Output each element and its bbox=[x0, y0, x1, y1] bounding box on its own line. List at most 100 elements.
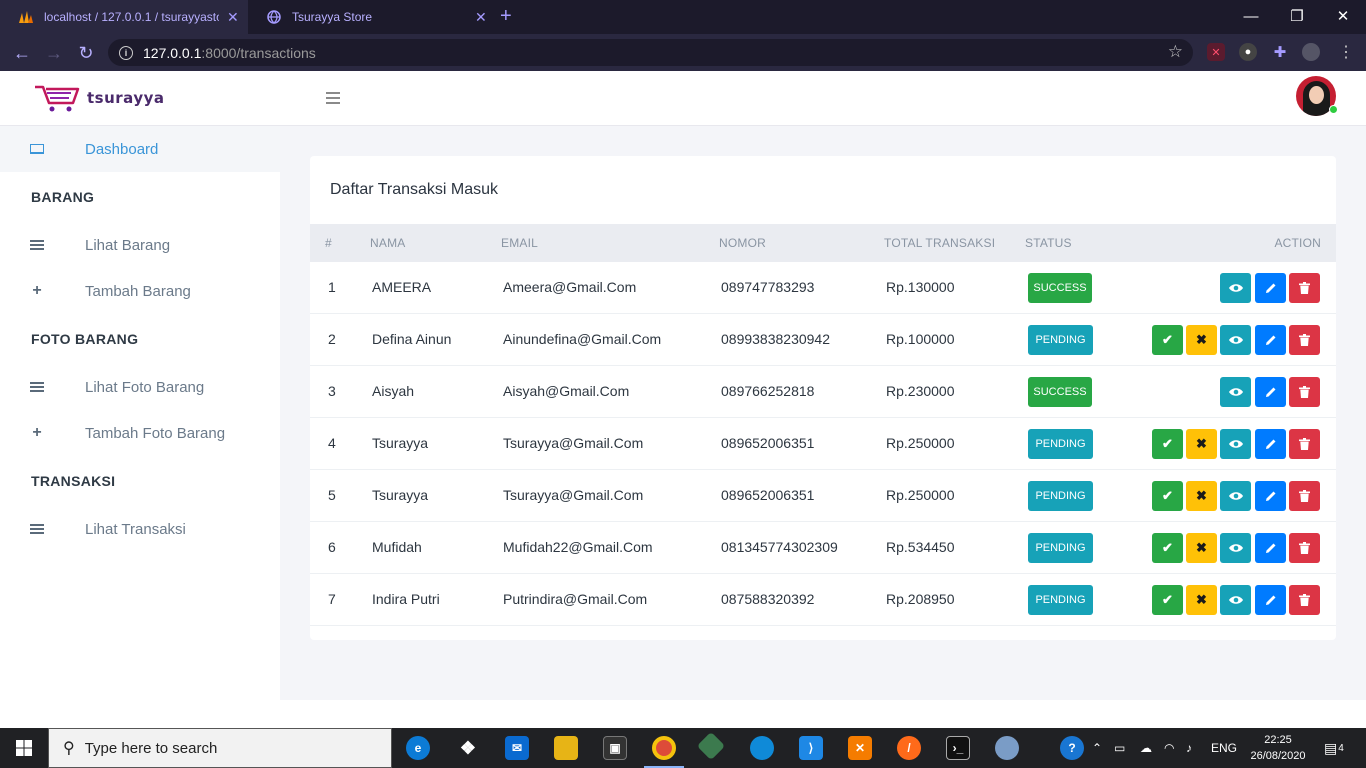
view-button[interactable] bbox=[1220, 533, 1251, 563]
delete-button[interactable] bbox=[1289, 533, 1320, 563]
browser-app-icon[interactable] bbox=[750, 736, 774, 760]
hamburger-menu-icon[interactable] bbox=[326, 92, 340, 107]
sidebar-item-lihat-foto-barang[interactable]: Lihat Foto Barang bbox=[0, 364, 280, 410]
view-button[interactable] bbox=[1220, 429, 1251, 459]
cloud-icon[interactable]: ☁ bbox=[1140, 728, 1152, 768]
volume-icon[interactable]: ♪ bbox=[1186, 728, 1192, 768]
eye-icon bbox=[1228, 440, 1243, 448]
eye-icon bbox=[1228, 492, 1243, 500]
browser-tab-store[interactable]: Tsurayya Store ✕ bbox=[248, 0, 488, 34]
sidebar-item-dashboard[interactable]: Dashboard bbox=[0, 126, 280, 172]
x-icon: ✖ bbox=[1196, 488, 1207, 503]
wifi-icon[interactable]: ◠ bbox=[1164, 728, 1174, 768]
profile-icon[interactable] bbox=[1302, 43, 1320, 61]
forward-icon[interactable]: → bbox=[43, 42, 65, 64]
browser-tab-phpmyadmin[interactable]: localhost / 127.0.0.1 / tsurayyastore ✕ bbox=[0, 0, 248, 34]
edit-button[interactable] bbox=[1255, 481, 1286, 511]
approve-button[interactable]: ✔ bbox=[1152, 481, 1183, 511]
bookmark-star-icon[interactable]: ☆ bbox=[1168, 42, 1183, 62]
help-icon[interactable]: ? bbox=[1060, 736, 1084, 760]
sidebar-item-tambah-foto-barang[interactable]: + Tambah Foto Barang bbox=[0, 410, 280, 456]
new-tab-button[interactable]: + bbox=[500, 6, 512, 26]
reject-button[interactable]: ✖ bbox=[1186, 533, 1217, 563]
address-bar[interactable]: i 127.0.0.1:8000/transactions ☆ bbox=[108, 39, 1193, 66]
reject-button[interactable]: ✖ bbox=[1186, 325, 1217, 355]
store-icon[interactable]: ▣ bbox=[603, 736, 627, 760]
trash-icon bbox=[1299, 438, 1310, 450]
status-badge: SUCCESS bbox=[1028, 273, 1092, 303]
table-header: # NAMA EMAIL NOMOR TOTAL TRANSAKSI STATU… bbox=[310, 224, 1336, 262]
reload-icon[interactable]: ↻ bbox=[75, 42, 97, 64]
delete-button[interactable] bbox=[1289, 585, 1320, 615]
reject-button[interactable]: ✖ bbox=[1186, 429, 1217, 459]
windows-start-button[interactable] bbox=[0, 728, 48, 768]
approve-button[interactable]: ✔ bbox=[1152, 585, 1183, 615]
battery-icon[interactable]: ▭ bbox=[1114, 728, 1125, 768]
back-icon[interactable]: ← bbox=[11, 42, 33, 64]
approve-button[interactable]: ✔ bbox=[1152, 533, 1183, 563]
approve-button[interactable]: ✔ bbox=[1152, 325, 1183, 355]
view-button[interactable] bbox=[1220, 377, 1251, 407]
sidebar-item-lihat-transaksi[interactable]: Lihat Transaksi bbox=[0, 506, 280, 552]
paint-icon[interactable] bbox=[995, 736, 1019, 760]
sidebar-item-tambah-barang[interactable]: + Tambah Barang bbox=[0, 268, 280, 314]
brand-logo[interactable]: tsurayya bbox=[33, 83, 165, 113]
restore-button[interactable]: ❐ bbox=[1274, 0, 1320, 32]
notifications-icon[interactable]: ▤ 4 bbox=[1324, 728, 1344, 768]
close-tab-icon[interactable]: ✕ bbox=[227, 9, 239, 26]
view-button[interactable] bbox=[1220, 325, 1251, 355]
edge-icon[interactable]: e bbox=[406, 736, 430, 760]
sublime-icon[interactable]: / bbox=[897, 736, 921, 760]
cell-number: 3 bbox=[328, 383, 336, 399]
language-indicator[interactable]: ENG bbox=[1211, 728, 1237, 768]
delete-button[interactable] bbox=[1289, 429, 1320, 459]
chevron-up-icon[interactable]: ⌃ bbox=[1092, 728, 1102, 768]
vscode-icon[interactable]: ⟩ bbox=[799, 736, 823, 760]
edit-button[interactable] bbox=[1255, 325, 1286, 355]
chrome-icon[interactable] bbox=[652, 736, 676, 760]
x-icon: ✖ bbox=[1196, 592, 1207, 607]
view-button[interactable] bbox=[1220, 585, 1251, 615]
cell-nama: Mufidah bbox=[372, 539, 422, 555]
edit-button[interactable] bbox=[1255, 377, 1286, 407]
view-button[interactable] bbox=[1220, 481, 1251, 511]
close-window-button[interactable]: ✕ bbox=[1320, 0, 1366, 32]
terminal-icon[interactable]: ›_ bbox=[946, 736, 970, 760]
brand-name: tsurayya bbox=[87, 89, 165, 107]
column-header-email: EMAIL bbox=[501, 236, 539, 250]
status-badge: PENDING bbox=[1028, 533, 1093, 563]
extension-icon[interactable]: ● bbox=[1239, 43, 1257, 61]
site-info-icon[interactable]: i bbox=[119, 45, 133, 60]
reject-button[interactable]: ✖ bbox=[1186, 481, 1217, 511]
minimize-button[interactable]: — bbox=[1228, 0, 1274, 32]
extension-icon[interactable]: ✕ bbox=[1207, 43, 1225, 61]
delete-button[interactable] bbox=[1289, 273, 1320, 303]
puzzle-icon[interactable]: ✚ bbox=[1271, 43, 1289, 61]
edit-button[interactable] bbox=[1255, 429, 1286, 459]
cell-nomor: 089652006351 bbox=[721, 487, 815, 503]
approve-button[interactable]: ✔ bbox=[1152, 429, 1183, 459]
transactions-card: Daftar Transaksi Masuk # NAMA EMAIL NOMO… bbox=[310, 156, 1336, 640]
edit-button[interactable] bbox=[1255, 533, 1286, 563]
reject-button[interactable]: ✖ bbox=[1186, 585, 1217, 615]
dropbox-icon[interactable]: ❖ bbox=[456, 736, 480, 760]
mail-icon[interactable]: ✉ bbox=[505, 736, 529, 760]
pencil-icon bbox=[1265, 283, 1275, 293]
plus-icon: + bbox=[32, 282, 42, 299]
edit-button[interactable] bbox=[1255, 273, 1286, 303]
delete-button[interactable] bbox=[1289, 325, 1320, 355]
menu-dots-icon[interactable]: ⋮ bbox=[1337, 43, 1355, 61]
cell-total: Rp.208950 bbox=[886, 591, 955, 607]
delete-button[interactable] bbox=[1289, 377, 1320, 407]
edit-button[interactable] bbox=[1255, 585, 1286, 615]
delete-button[interactable] bbox=[1289, 481, 1320, 511]
clock[interactable]: 22:25 26/08/2020 bbox=[1246, 732, 1310, 764]
close-tab-icon[interactable]: ✕ bbox=[475, 9, 487, 26]
xampp-icon[interactable]: ✕ bbox=[848, 736, 872, 760]
file-explorer-icon[interactable] bbox=[554, 736, 578, 760]
taskbar-search-input[interactable]: ⚲ Type here to search bbox=[48, 728, 392, 768]
git-icon[interactable] bbox=[696, 731, 726, 761]
eye-icon bbox=[1228, 544, 1243, 552]
sidebar-item-lihat-barang[interactable]: Lihat Barang bbox=[0, 222, 280, 268]
view-button[interactable] bbox=[1220, 273, 1251, 303]
